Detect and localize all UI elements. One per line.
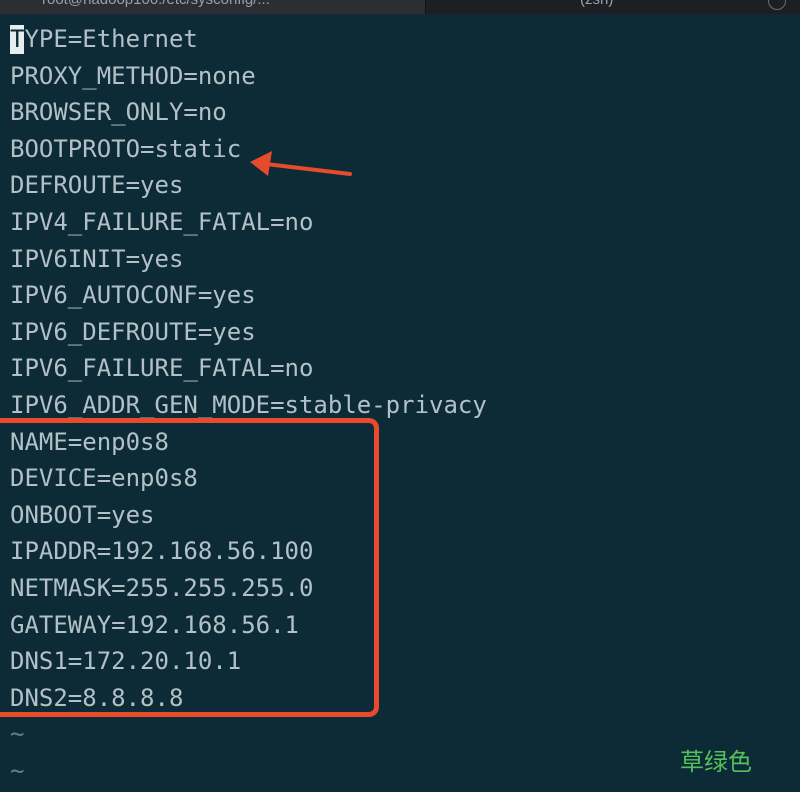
config-line: IPV6_AUTOCONF=yes [10,281,256,310]
config-line-bootproto: BOOTPROTO=static [10,134,242,163]
config-line: IPV6_ADDR_GEN_MODE=stable-privacy [10,390,487,419]
config-line: IPV6INIT=yes [10,244,184,273]
new-tab-icon[interactable] [768,0,786,10]
tab-label: (zsh) [580,0,613,8]
config-line-gateway: GATEWAY=192.168.56.1 [10,610,299,639]
watermark-text: 草绿色 [680,748,752,776]
config-line: IPV6_FAILURE_FATAL=no [10,354,314,383]
config-line-type: TYPE=Ethernet [10,21,800,58]
config-line-name: NAME=enp0s8 [10,427,169,456]
config-line: BROWSER_ONLY=no [10,98,227,127]
cursor-char: T [10,25,25,53]
config-line-dns2: DNS2=8.8.8.8 [10,683,184,712]
config-line-netmask: NETMASK=255.255.255.0 [10,573,314,602]
config-line-device: DEVICE=enp0s8 [10,464,198,493]
config-line-onboot: ONBOOT=yes [10,500,155,529]
terminal-tab-bar: root@hadoop100:/etc/sysconfig/... (zsh) [0,0,800,14]
config-line: DEFROUTE=yes [10,171,184,200]
config-line: IPV6_DEFROUTE=yes [10,317,256,346]
config-line-dns1: DNS1=172.20.10.1 [10,647,242,676]
line-rest: YPE=Ethernet [24,25,198,53]
tab-vim-session[interactable]: root@hadoop100:/etc/sysconfig/... [0,0,426,14]
config-line-ipaddr: IPADDR=192.168.56.100 [10,537,314,566]
config-line: PROXY_METHOD=none [10,61,256,90]
tab-label: root@hadoop100:/etc/sysconfig/... [42,0,270,8]
tab-zsh[interactable]: (zsh) [426,0,756,14]
config-line: IPV4_FAILURE_FATAL=no [10,207,314,236]
vim-editor[interactable]: TYPE=Ethernet PROXY_METHOD=none BROWSER_… [10,21,800,789]
